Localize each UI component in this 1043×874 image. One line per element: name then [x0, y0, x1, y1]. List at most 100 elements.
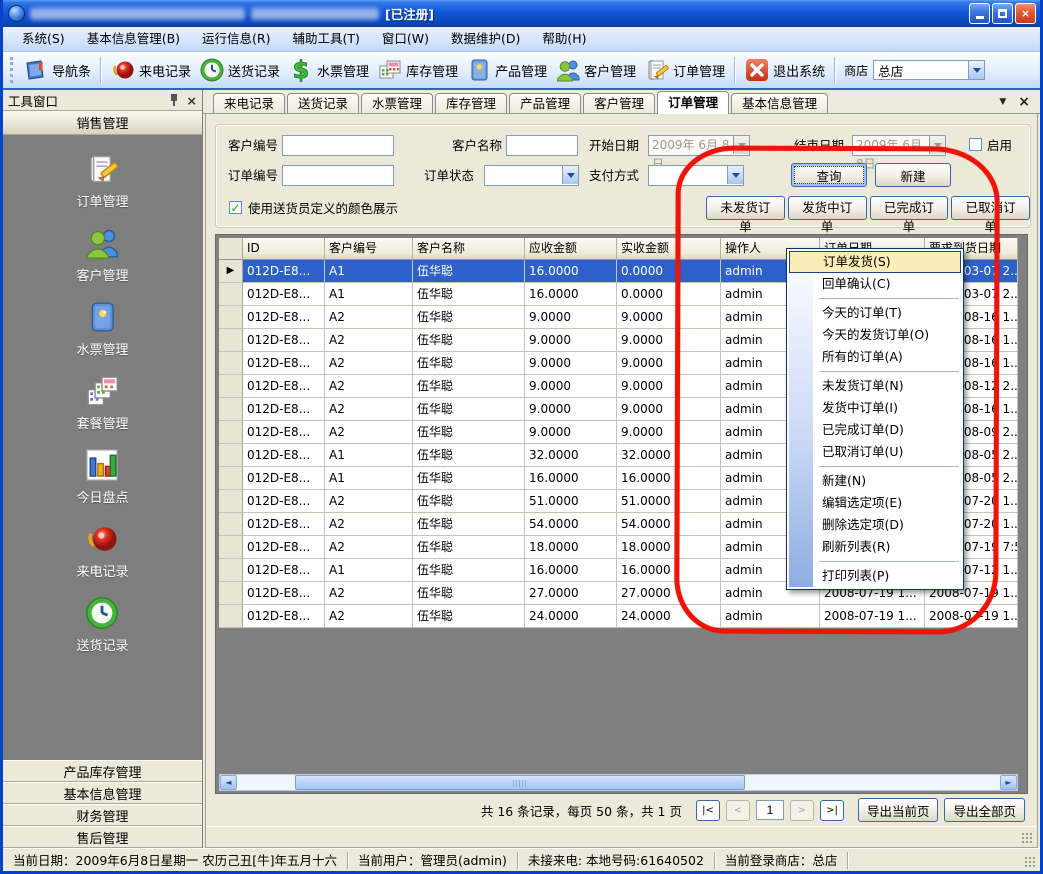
toolbar-button-来电记录[interactable]: 来电记录: [106, 55, 195, 85]
toolbar-button-退出系统[interactable]: 退出系统: [740, 55, 829, 85]
customer-name-input[interactable]: [506, 135, 578, 156]
toolbar-button-客户管理[interactable]: 客户管理: [551, 55, 640, 85]
toolbar-button-水票管理[interactable]: $水票管理: [284, 55, 373, 85]
tab-close-icon[interactable]: ×: [1018, 94, 1030, 110]
tab-订单管理[interactable]: 订单管理: [657, 91, 729, 114]
scrollbar-track[interactable]: [237, 775, 1000, 790]
context-menu-item-编辑选定项(E)[interactable]: 编辑选定项(E): [789, 492, 961, 514]
filter-button-已取消订单[interactable]: 已取消订单: [951, 196, 1030, 220]
tab-产品管理[interactable]: 产品管理: [509, 93, 581, 113]
filter-button-已完成订单[interactable]: 已完成订单: [870, 196, 949, 220]
menu-item-帮助(H)[interactable]: 帮助(H): [531, 27, 597, 51]
sidebar-item-套餐管理[interactable]: 套餐管理: [76, 373, 128, 432]
statusbar-resize-grip-icon[interactable]: [1024, 856, 1037, 868]
context-menu-item-刷新列表(R)[interactable]: 刷新列表(R): [789, 536, 961, 558]
tab-库存管理[interactable]: 库存管理: [435, 93, 507, 113]
column-header-客户编号[interactable]: 客户编号: [325, 238, 413, 260]
row-leader-cell[interactable]: [219, 559, 243, 582]
horizontal-scrollbar[interactable]: ◄ ►: [219, 774, 1018, 791]
pin-icon[interactable]: [169, 94, 179, 106]
sidebar-item-今日盘点[interactable]: 今日盘点: [76, 447, 128, 506]
last-page-button[interactable]: >|: [820, 800, 844, 821]
table-row[interactable]: 012D-E8...A2伍华聪24.000024.0000admin2008-0…: [219, 605, 1018, 628]
toolbar-button-库存管理[interactable]: 库存管理: [373, 55, 462, 85]
sidebar-item-客户管理[interactable]: 客户管理: [76, 225, 128, 284]
first-page-button[interactable]: |<: [696, 800, 720, 821]
context-menu-item-今天的发货订单(O)[interactable]: 今天的发货订单(O): [789, 324, 961, 346]
column-header-客户名称[interactable]: 客户名称: [413, 238, 525, 260]
sidebar-group-产品库存管理[interactable]: 产品库存管理: [3, 760, 202, 782]
start-date-picker[interactable]: 2009年 6月 8日: [648, 135, 750, 156]
row-leader-cell[interactable]: [219, 605, 243, 628]
context-menu-item-打印列表(P)[interactable]: 打印列表(P): [789, 565, 961, 587]
row-leader-cell[interactable]: [219, 444, 243, 467]
pay-method-dropdown-icon[interactable]: [727, 166, 743, 184]
scroll-left-icon[interactable]: ◄: [220, 775, 237, 790]
order-status-dropdown-icon[interactable]: [562, 166, 578, 184]
sidebar-group-基本信息管理[interactable]: 基本信息管理: [3, 782, 202, 804]
menu-item-基本信息管理(B)[interactable]: 基本信息管理(B): [76, 27, 191, 51]
menu-item-系统(S)[interactable]: 系统(S): [11, 27, 76, 51]
menu-item-数据维护(D)[interactable]: 数据维护(D): [440, 27, 531, 51]
next-page-button[interactable]: >: [790, 800, 814, 821]
context-menu-item-今天的订单(T)[interactable]: 今天的订单(T): [789, 302, 961, 324]
tab-list-dropdown-icon[interactable]: ▼: [999, 97, 1006, 107]
delivery-color-checkbox[interactable]: ✓: [229, 201, 242, 214]
sidebar-item-水票管理[interactable]: 水票管理: [76, 299, 128, 358]
toolbar-button-产品管理[interactable]: 产品管理: [462, 55, 551, 85]
row-leader-cell[interactable]: [219, 582, 243, 605]
minimize-button[interactable]: [969, 3, 990, 24]
tab-客户管理[interactable]: 客户管理: [583, 93, 655, 113]
context-menu-item-发货中订单(I)[interactable]: 发货中订单(I): [789, 397, 961, 419]
end-date-dropdown-icon[interactable]: [929, 136, 945, 154]
row-leader-cell[interactable]: [219, 352, 243, 375]
pay-method-select[interactable]: [648, 165, 744, 186]
export-all-pages-button[interactable]: 导出全部页: [944, 798, 1025, 822]
end-date-picker[interactable]: 2009年 6月 8日: [852, 135, 946, 156]
tab-来电记录[interactable]: 来电记录: [213, 93, 285, 113]
scroll-right-icon[interactable]: ►: [1000, 775, 1017, 790]
sidebar-group-售后管理[interactable]: 售后管理: [3, 826, 202, 848]
row-leader-cell[interactable]: [219, 490, 243, 513]
toolbar-grip[interactable]: [10, 57, 15, 83]
row-leader-cell[interactable]: [219, 306, 243, 329]
customer-no-input[interactable]: [282, 135, 394, 156]
sidebar-item-来电记录[interactable]: 来电记录: [76, 521, 128, 580]
row-leader-cell[interactable]: [219, 329, 243, 352]
prev-page-button[interactable]: <: [726, 800, 750, 821]
row-leader-cell[interactable]: [219, 421, 243, 444]
context-menu-item-删除选定项(D)[interactable]: 删除选定项(D): [789, 514, 961, 536]
enable-checkbox[interactable]: [969, 138, 982, 151]
row-leader-cell[interactable]: [219, 536, 243, 559]
tab-水票管理[interactable]: 水票管理: [361, 93, 433, 113]
export-current-page-button[interactable]: 导出当前页: [858, 798, 939, 822]
sidebar-group-sales[interactable]: 销售管理: [3, 111, 202, 135]
order-no-input[interactable]: [282, 165, 394, 186]
column-header-实收金额[interactable]: 实收金额: [617, 238, 721, 260]
new-button[interactable]: 新建: [875, 163, 951, 187]
shop-dropdown-icon[interactable]: [968, 61, 984, 79]
menu-item-运行信息(R)[interactable]: 运行信息(R): [191, 27, 281, 51]
order-status-select[interactable]: [484, 165, 579, 186]
column-header-ID[interactable]: ID: [243, 238, 325, 260]
context-menu-item-所有的订单(A)[interactable]: 所有的订单(A): [789, 346, 961, 368]
toolbar-button-订单管理[interactable]: 订单管理: [640, 55, 729, 85]
context-menu-item-未发货订单(N)[interactable]: 未发货订单(N): [789, 375, 961, 397]
close-button[interactable]: ×: [1015, 3, 1036, 24]
start-date-dropdown-icon[interactable]: [733, 136, 749, 154]
row-leader-cell[interactable]: [219, 513, 243, 536]
row-leader-cell[interactable]: [219, 375, 243, 398]
page-number-input[interactable]: [756, 800, 784, 820]
sidebar-item-送货记录[interactable]: 送货记录: [76, 595, 128, 654]
sidebar-group-财务管理[interactable]: 财务管理: [3, 804, 202, 826]
toolbar-button-导航条[interactable]: 导航条: [19, 55, 95, 85]
tab-基本信息管理[interactable]: 基本信息管理: [731, 93, 828, 113]
tool-window-close-icon[interactable]: ×: [187, 93, 197, 108]
row-leader-cell[interactable]: [219, 283, 243, 306]
filter-button-未发货订单[interactable]: 未发货订单: [706, 196, 785, 220]
sidebar-item-订单管理[interactable]: 订单管理: [76, 151, 128, 210]
context-menu-item-回单确认(C)[interactable]: 回单确认(C): [789, 273, 961, 295]
tab-送货记录[interactable]: 送货记录: [287, 93, 359, 113]
menu-item-辅助工具(T)[interactable]: 辅助工具(T): [282, 27, 371, 51]
maximize-button[interactable]: [992, 3, 1013, 24]
